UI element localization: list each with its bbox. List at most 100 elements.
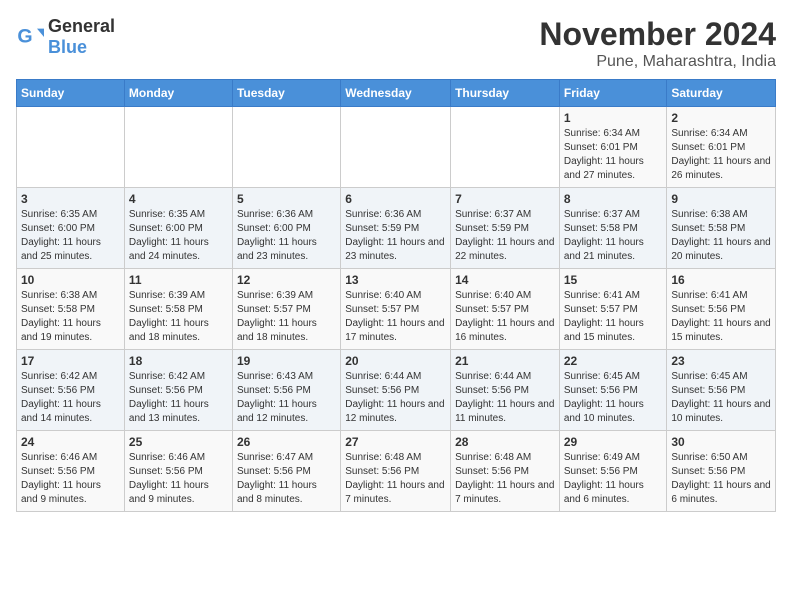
day-number: 29 (564, 435, 663, 449)
day-info: Sunrise: 6:44 AM Sunset: 5:56 PM Dayligh… (345, 370, 446, 426)
day-number: 17 (21, 354, 120, 368)
weekday-header-thursday: Thursday (451, 80, 560, 107)
calendar-cell (17, 107, 125, 188)
calendar-cell: 19 Sunrise: 6:43 AM Sunset: 5:56 PM Dayli… (232, 350, 340, 431)
calendar-cell: 14Sunrise: 6:40 AM Sunset: 5:57 PM Dayli… (451, 269, 560, 350)
calendar-cell: 17 Sunrise: 6:42 AM Sunset: 5:56 PM Dayli… (17, 350, 125, 431)
day-info: Sunrise: 6:48 AM Sunset: 5:56 PM Dayligh… (455, 451, 555, 507)
calendar-cell (124, 107, 232, 188)
day-number: 11 (129, 273, 228, 287)
day-info: Sunrise: 6:41 AM Sunset: 5:56 PM Dayligh… (671, 289, 771, 345)
day-info: Sunrise: 6:39 AM Sunset: 5:58 PM Dayligh… (129, 289, 228, 345)
weekday-header-saturday: Saturday (667, 80, 776, 107)
calendar-cell: 24 Sunrise: 6:46 AM Sunset: 5:56 PM Dayli… (17, 431, 125, 512)
weekday-header-tuesday: Tuesday (232, 80, 340, 107)
calendar-cell: 23 Sunrise: 6:45 AM Sunset: 5:56 PM Dayli… (667, 350, 776, 431)
day-number: 8 (564, 192, 663, 206)
day-number: 14 (455, 273, 555, 287)
day-info: Sunrise: 6:34 AM Sunset: 6:01 PM Dayligh… (671, 127, 771, 183)
weekday-header-monday: Monday (124, 80, 232, 107)
calendar-cell: 8 Sunrise: 6:37 AM Sunset: 5:58 PM Daylig… (559, 188, 667, 269)
calendar-cell: 7 Sunrise: 6:37 AM Sunset: 5:59 PM Daylig… (451, 188, 560, 269)
day-number: 13 (345, 273, 446, 287)
calendar-cell: 25 Sunrise: 6:46 AM Sunset: 5:56 PM Dayli… (124, 431, 232, 512)
day-info: Sunrise: 6:35 AM Sunset: 6:00 PM Dayligh… (129, 208, 228, 264)
day-info: Sunrise: 6:38 AM Sunset: 5:58 PM Dayligh… (671, 208, 771, 264)
day-number: 19 (237, 354, 336, 368)
calendar-cell: 27Sunrise: 6:48 AM Sunset: 5:56 PM Dayli… (341, 431, 451, 512)
day-info: Sunrise: 6:45 AM Sunset: 5:56 PM Dayligh… (564, 370, 663, 426)
title-area: November 2024 Pune, Maharashtra, India (539, 16, 776, 71)
calendar-cell: 11 Sunrise: 6:39 AM Sunset: 5:58 PM Dayli… (124, 269, 232, 350)
day-number: 2 (671, 111, 771, 125)
day-number: 22 (564, 354, 663, 368)
day-number: 23 (671, 354, 771, 368)
day-info: Sunrise: 6:42 AM Sunset: 5:56 PM Dayligh… (129, 370, 228, 426)
day-info: Sunrise: 6:49 AM Sunset: 5:56 PM Dayligh… (564, 451, 663, 507)
calendar-cell: 16 Sunrise: 6:41 AM Sunset: 5:56 PM Dayli… (667, 269, 776, 350)
calendar-row-4: 24 Sunrise: 6:46 AM Sunset: 5:56 PM Dayli… (17, 431, 776, 512)
calendar-row-2: 10Sunrise: 6:38 AM Sunset: 5:58 PM Dayli… (17, 269, 776, 350)
day-number: 7 (455, 192, 555, 206)
day-number: 12 (237, 273, 336, 287)
weekday-header-friday: Friday (559, 80, 667, 107)
weekday-header-row: SundayMondayTuesdayWednesdayThursdayFrid… (17, 80, 776, 107)
calendar-cell: 2 Sunrise: 6:34 AM Sunset: 6:01 PM Daylig… (667, 107, 776, 188)
calendar-cell: 28 Sunrise: 6:48 AM Sunset: 5:56 PM Dayli… (451, 431, 560, 512)
calendar-cell: 18 Sunrise: 6:42 AM Sunset: 5:56 PM Dayli… (124, 350, 232, 431)
calendar-row-3: 17 Sunrise: 6:42 AM Sunset: 5:56 PM Dayli… (17, 350, 776, 431)
day-info: Sunrise: 6:45 AM Sunset: 5:56 PM Dayligh… (671, 370, 771, 426)
calendar-cell: 30 Sunrise: 6:50 AM Sunset: 5:56 PM Dayli… (667, 431, 776, 512)
calendar-table: SundayMondayTuesdayWednesdayThursdayFrid… (16, 79, 776, 512)
day-info: Sunrise: 6:35 AM Sunset: 6:00 PM Dayligh… (21, 208, 120, 264)
calendar-cell: 21 Sunrise: 6:44 AM Sunset: 5:56 PM Dayli… (451, 350, 560, 431)
day-number: 15 (564, 273, 663, 287)
day-number: 21 (455, 354, 555, 368)
day-number: 5 (237, 192, 336, 206)
day-number: 25 (129, 435, 228, 449)
day-number: 26 (237, 435, 336, 449)
day-number: 1 (564, 111, 663, 125)
calendar-cell: 4Sunrise: 6:35 AM Sunset: 6:00 PM Daylig… (124, 188, 232, 269)
day-info: Sunrise: 6:34 AM Sunset: 6:01 PM Dayligh… (564, 127, 663, 183)
calendar-cell: 20Sunrise: 6:44 AM Sunset: 5:56 PM Dayli… (341, 350, 451, 431)
day-info: Sunrise: 6:40 AM Sunset: 5:57 PM Dayligh… (345, 289, 446, 345)
logo-icon: G (16, 23, 44, 51)
calendar-cell (451, 107, 560, 188)
day-number: 16 (671, 273, 771, 287)
day-info: Sunrise: 6:46 AM Sunset: 5:56 PM Dayligh… (129, 451, 228, 507)
day-info: Sunrise: 6:37 AM Sunset: 5:58 PM Dayligh… (564, 208, 663, 264)
svg-text:G: G (17, 26, 32, 48)
day-number: 18 (129, 354, 228, 368)
day-info: Sunrise: 6:43 AM Sunset: 5:56 PM Dayligh… (237, 370, 336, 426)
calendar-cell: 6Sunrise: 6:36 AM Sunset: 5:59 PM Daylig… (341, 188, 451, 269)
logo-blue: Blue (48, 37, 87, 57)
calendar-cell (232, 107, 340, 188)
logo: G General Blue (16, 16, 115, 58)
calendar-cell: 22 Sunrise: 6:45 AM Sunset: 5:56 PM Dayli… (559, 350, 667, 431)
day-info: Sunrise: 6:50 AM Sunset: 5:56 PM Dayligh… (671, 451, 771, 507)
calendar-cell: 1 Sunrise: 6:34 AM Sunset: 6:01 PM Daylig… (559, 107, 667, 188)
day-number: 30 (671, 435, 771, 449)
calendar-cell: 5Sunrise: 6:36 AM Sunset: 6:00 PM Daylig… (232, 188, 340, 269)
day-info: Sunrise: 6:46 AM Sunset: 5:56 PM Dayligh… (21, 451, 120, 507)
header: G General Blue November 2024 Pune, Mahar… (16, 16, 776, 71)
day-number: 9 (671, 192, 771, 206)
day-info: Sunrise: 6:44 AM Sunset: 5:56 PM Dayligh… (455, 370, 555, 426)
location-title: Pune, Maharashtra, India (539, 53, 776, 71)
day-number: 24 (21, 435, 120, 449)
day-info: Sunrise: 6:41 AM Sunset: 5:57 PM Dayligh… (564, 289, 663, 345)
logo-general: General (48, 16, 115, 36)
day-number: 10 (21, 273, 120, 287)
day-info: Sunrise: 6:37 AM Sunset: 5:59 PM Dayligh… (455, 208, 555, 264)
calendar-cell: 3Sunrise: 6:35 AM Sunset: 6:00 PM Daylig… (17, 188, 125, 269)
day-info: Sunrise: 6:36 AM Sunset: 5:59 PM Dayligh… (345, 208, 446, 264)
calendar-cell: 12 Sunrise: 6:39 AM Sunset: 5:57 PM Dayli… (232, 269, 340, 350)
calendar-cell: 29 Sunrise: 6:49 AM Sunset: 5:56 PM Dayli… (559, 431, 667, 512)
day-info: Sunrise: 6:42 AM Sunset: 5:56 PM Dayligh… (21, 370, 120, 426)
day-info: Sunrise: 6:47 AM Sunset: 5:56 PM Dayligh… (237, 451, 336, 507)
calendar-cell: 15 Sunrise: 6:41 AM Sunset: 5:57 PM Dayli… (559, 269, 667, 350)
day-number: 28 (455, 435, 555, 449)
day-info: Sunrise: 6:39 AM Sunset: 5:57 PM Dayligh… (237, 289, 336, 345)
calendar-cell: 13 Sunrise: 6:40 AM Sunset: 5:57 PM Dayli… (341, 269, 451, 350)
